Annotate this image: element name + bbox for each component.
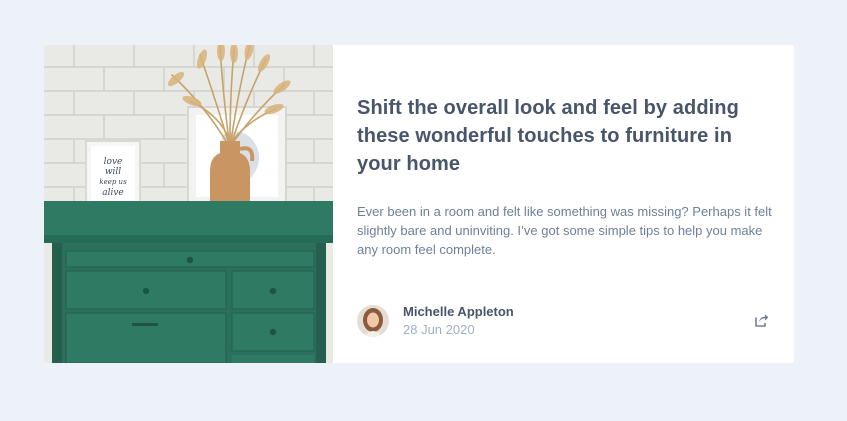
poster-text-line2: will [105,167,121,177]
drawers-photo: love will keep us alive [44,45,333,363]
poster-text-line1: love [104,157,123,167]
author-block: Michelle Appleton 28 Jun 2020 [357,303,514,339]
drawers-illustration: love will keep us alive [44,45,333,363]
author-name: Michelle Appleton [403,304,514,319]
avatar-photo [357,305,389,337]
post-date: 28 Jun 2020 [403,322,475,337]
article-title[interactable]: Shift the overall look and feel by addin… [357,94,767,178]
share-button[interactable] [746,304,778,336]
share-icon [755,313,769,327]
article-card: love will keep us alive Shift the overal… [44,45,794,363]
poster-text-line4: alive [102,188,124,198]
card-body: Shift the overall look and feel by addin… [333,45,794,363]
avatar [357,305,389,337]
article-excerpt: Ever been in a room and felt like someth… [357,204,772,257]
author-meta: Michelle Appleton 28 Jun 2020 [403,303,514,339]
poster-text-line3: keep us [99,178,127,186]
